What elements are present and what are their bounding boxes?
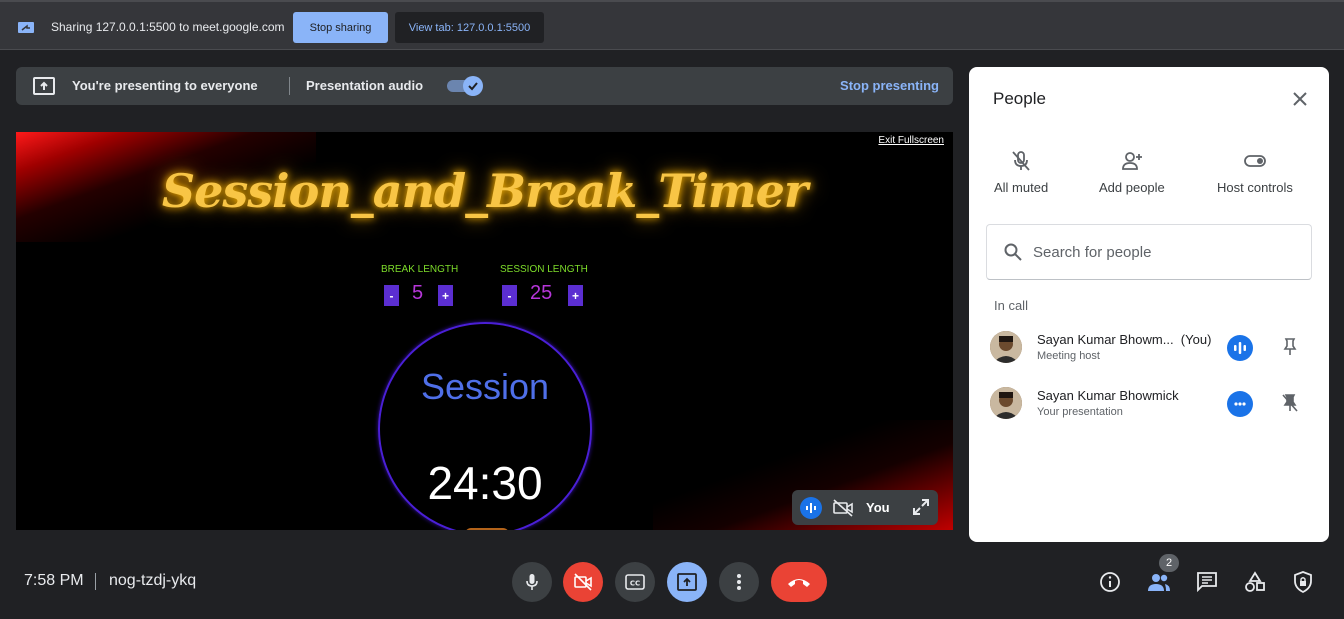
session-length-value: 25	[530, 282, 553, 304]
avatar	[990, 387, 1022, 419]
timer-label: Session	[420, 366, 550, 407]
break-length-label: BREAK LENGTH	[381, 264, 459, 275]
present-now-button[interactable]	[667, 562, 707, 602]
present-screen-icon	[677, 573, 697, 591]
action-label: Add people	[1099, 180, 1165, 195]
self-view-tile[interactable]: You	[792, 490, 938, 525]
meeting-controls-bar: 7:58 PM nog-tzdj-ykq CC 2	[0, 545, 1344, 619]
close-icon[interactable]	[1289, 88, 1311, 110]
search-input[interactable]	[1033, 241, 1293, 263]
expand-icon[interactable]	[912, 498, 930, 516]
people-button[interactable]	[1147, 570, 1171, 594]
sharing-status-text: Sharing 127.0.0.1:5500 to meet.google.co…	[51, 20, 285, 34]
people-count-badge: 2	[1159, 554, 1179, 572]
pin-icon[interactable]	[1279, 336, 1301, 358]
microphone-icon	[526, 574, 538, 590]
presentation-audio-label: Presentation audio	[306, 78, 424, 93]
chat-button[interactable]	[1195, 570, 1219, 594]
present-screen-icon	[33, 77, 55, 95]
participant-row[interactable]: Sayan Kumar Bhowmick Your presentation	[986, 382, 1312, 424]
captions-button[interactable]: CC	[615, 562, 655, 602]
svg-text:CC: CC	[630, 580, 640, 588]
divider	[95, 573, 96, 590]
divider	[289, 77, 290, 95]
leave-call-button[interactable]	[771, 562, 827, 602]
speaking-indicator-icon	[800, 497, 822, 519]
exit-fullscreen-link[interactable]: Exit Fullscreen	[878, 135, 944, 146]
participant-name: Sayan Kumar Bhowmick	[1037, 388, 1179, 403]
presentation-audio-toggle[interactable]	[447, 76, 485, 96]
meeting-details-button[interactable]	[1098, 570, 1122, 594]
break-decrement-button[interactable]: -	[384, 285, 399, 306]
unpin-icon[interactable]	[1279, 392, 1301, 414]
host-controls-button[interactable]	[1291, 570, 1315, 594]
microphone-button[interactable]	[512, 562, 552, 602]
start-button[interactable]	[465, 528, 509, 530]
avatar	[990, 331, 1022, 363]
action-label: All muted	[994, 180, 1049, 195]
more-options-icon[interactable]	[1227, 391, 1253, 417]
all-muted-button[interactable]: All muted	[994, 149, 1048, 197]
shield-lock-icon	[1294, 571, 1312, 593]
toggle-icon	[1244, 155, 1266, 167]
session-length-label: SESSION LENGTH	[500, 264, 588, 275]
app-title: Session_and_Break_Timer	[161, 164, 808, 218]
break-length-value: 5	[412, 282, 424, 304]
mic-off-icon	[1012, 151, 1030, 171]
sharing-bar: Sharing 127.0.0.1:5500 to meet.google.co…	[0, 0, 1344, 50]
presenting-banner: You're presenting to everyone Presentati…	[16, 67, 953, 105]
more-options-button[interactable]	[719, 562, 759, 602]
stop-sharing-button[interactable]: Stop sharing	[293, 12, 388, 43]
end-call-icon	[788, 579, 810, 587]
time-left: 24:30	[427, 457, 543, 509]
camera-off-icon	[833, 499, 853, 517]
stop-presenting-button[interactable]: Stop presenting	[840, 78, 939, 93]
action-label: Host controls	[1217, 180, 1293, 195]
activities-button[interactable]	[1243, 570, 1267, 594]
section-heading: In call	[994, 298, 1028, 313]
view-tab-button[interactable]: View tab: 127.0.0.1:5500	[395, 12, 544, 43]
people-icon	[1148, 574, 1170, 591]
participant-role: Meeting host	[1037, 350, 1100, 362]
more-vert-icon	[737, 574, 741, 590]
closed-captions-icon: CC	[625, 574, 645, 590]
break-increment-button[interactable]: +	[438, 285, 453, 306]
participant-name: Sayan Kumar Bhowm... (You)	[1037, 332, 1212, 347]
session-decrement-button[interactable]: -	[502, 285, 517, 306]
search-people	[986, 224, 1312, 280]
host-controls-button[interactable]: Host controls	[1217, 149, 1293, 197]
meeting-code: nog-tzdj-ykq	[109, 572, 197, 589]
camera-button[interactable]	[563, 562, 603, 602]
camera-off-icon	[574, 573, 592, 591]
speaking-indicator-icon	[1227, 335, 1253, 361]
panel-title: People	[993, 89, 1046, 108]
info-icon	[1100, 572, 1120, 592]
activities-icon	[1245, 571, 1265, 592]
participant-role: Your presentation	[1037, 406, 1123, 418]
participant-row[interactable]: Sayan Kumar Bhowm... (You) Meeting host	[986, 326, 1312, 368]
session-increment-button[interactable]: +	[568, 285, 583, 306]
self-view-label: You	[866, 500, 890, 515]
add-people-button[interactable]: Add people	[1099, 149, 1165, 197]
check-icon	[463, 76, 483, 96]
search-icon	[1004, 243, 1022, 261]
screen-share-icon	[18, 22, 34, 33]
shared-screen: Exit Fullscreen Session_and_Break_Timer …	[16, 132, 953, 530]
clock: 7:58 PM	[24, 572, 84, 589]
people-panel: People All muted Add people Host control…	[969, 67, 1329, 542]
person-add-icon	[1121, 152, 1142, 170]
presenting-status: You're presenting to everyone	[72, 78, 258, 93]
chat-icon	[1197, 572, 1217, 593]
